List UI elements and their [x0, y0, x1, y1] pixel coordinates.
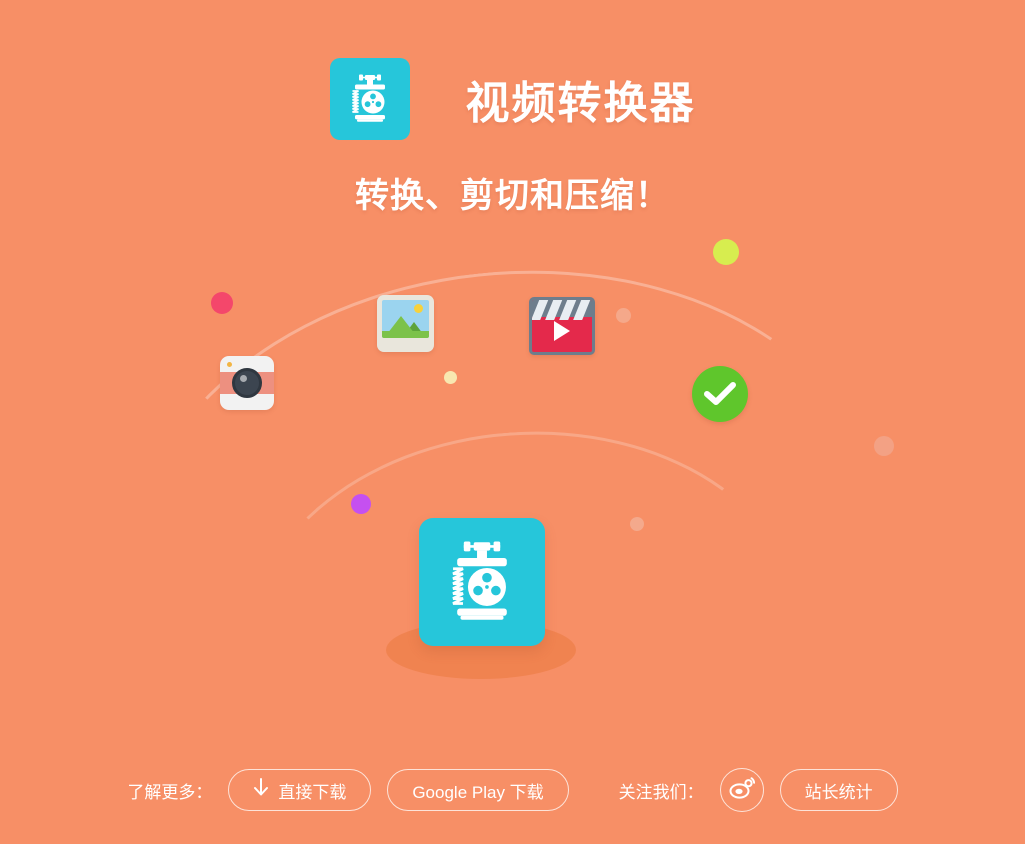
play-triangle-icon	[554, 321, 570, 342]
google-play-label: Google Play 下载	[412, 782, 544, 802]
stats-label: 站长统计	[804, 782, 873, 802]
clapperboard-top-bar	[532, 300, 592, 320]
learn-more-label: 了解更多：	[127, 782, 213, 802]
photo-icon	[377, 295, 434, 352]
page-root: 视频转换器 转换、剪切和压缩！ 了解更多： 直接下载 Google Play 下…	[0, 0, 1025, 844]
follow-us-label: 关注我们：	[618, 782, 704, 802]
page-footer: 了解更多： 直接下载 Google Play 下载 关注我们： 站长统计	[0, 768, 1025, 812]
dot-pink	[211, 292, 233, 314]
check-circle-icon	[692, 366, 748, 422]
camera-led-icon	[227, 362, 232, 367]
photo-sun-icon	[414, 304, 423, 313]
page-header: 视频转换器	[0, 58, 1025, 140]
stats-button[interactable]: 站长统计	[779, 769, 898, 811]
video-converter-hero-icon	[419, 518, 545, 646]
camera-icon	[220, 356, 274, 410]
download-arrow-icon	[253, 777, 269, 803]
video-converter-app-icon	[329, 58, 410, 140]
photo-ground	[382, 331, 429, 338]
direct-download-button[interactable]: 直接下载	[228, 769, 372, 811]
dot-coral-2	[874, 436, 894, 456]
weibo-link-button[interactable]	[719, 768, 764, 812]
dot-cream	[444, 371, 457, 384]
google-play-download-button[interactable]: Google Play 下载	[387, 769, 569, 811]
page-subtitle: 转换、剪切和压缩！	[355, 177, 670, 215]
dot-coral-3	[630, 517, 644, 531]
direct-download-label: 直接下载	[278, 782, 347, 802]
dot-purple	[351, 494, 371, 514]
dot-coral-1	[616, 308, 631, 323]
dot-yellow-green	[713, 239, 739, 265]
weibo-icon	[729, 776, 755, 805]
page-title: 视频转换器	[465, 79, 696, 128]
camera-lens-icon	[232, 368, 262, 398]
clapperboard-icon	[529, 297, 595, 355]
